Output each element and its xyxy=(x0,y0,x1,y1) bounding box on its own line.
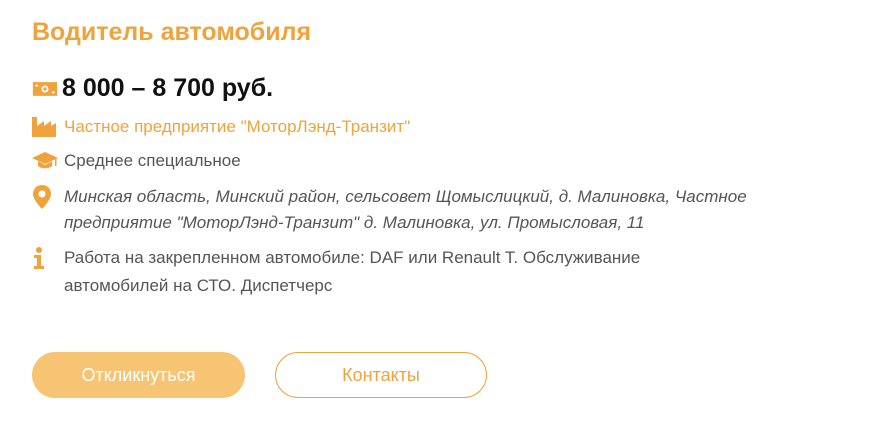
company-row: Частное предприятие "МоторЛэнд-Транзит" xyxy=(32,117,410,137)
salary-row: 8 000 – 8 700 руб. xyxy=(32,74,273,103)
address-line-1: Минская область, Минский район, сельсове… xyxy=(64,187,747,206)
vacancy-title[interactable]: Водитель автомобиля xyxy=(32,18,311,47)
education-value: Среднее специальное xyxy=(64,151,241,170)
education-row: Среднее специальное xyxy=(32,151,241,171)
contacts-button[interactable]: Контакты xyxy=(275,352,487,398)
company-link[interactable]: Частное предприятие "МоторЛэнд-Транзит" xyxy=(64,117,410,137)
address-row: Минская область, Минский район, сельсове… xyxy=(32,184,824,236)
description-row: Работа на закрепленном автомобиле: DAF и… xyxy=(32,244,804,300)
graduation-cap-icon xyxy=(32,151,58,171)
location-pin-icon xyxy=(32,184,58,209)
vacancy-card: Водитель автомобиля 8 000 – 8 700 руб. Ч… xyxy=(0,0,870,422)
factory-icon xyxy=(32,117,58,137)
description-line-2: автомобилей на СТО. Диспетчерс xyxy=(64,276,333,295)
info-icon xyxy=(32,244,58,269)
address-text: Минская область, Минский район, сельсове… xyxy=(64,184,824,236)
money-icon xyxy=(32,79,58,99)
description-text: Работа на закрепленном автомобиле: DAF и… xyxy=(64,244,804,300)
salary-value: 8 000 – 8 700 руб. xyxy=(62,74,274,102)
respond-button[interactable]: Откликнуться xyxy=(32,352,245,398)
address-line-2: предприятие "МоторЛэнд-Транзит" д. Малин… xyxy=(64,213,645,232)
description-line-1: Работа на закрепленном автомобиле: DAF и… xyxy=(64,248,641,267)
